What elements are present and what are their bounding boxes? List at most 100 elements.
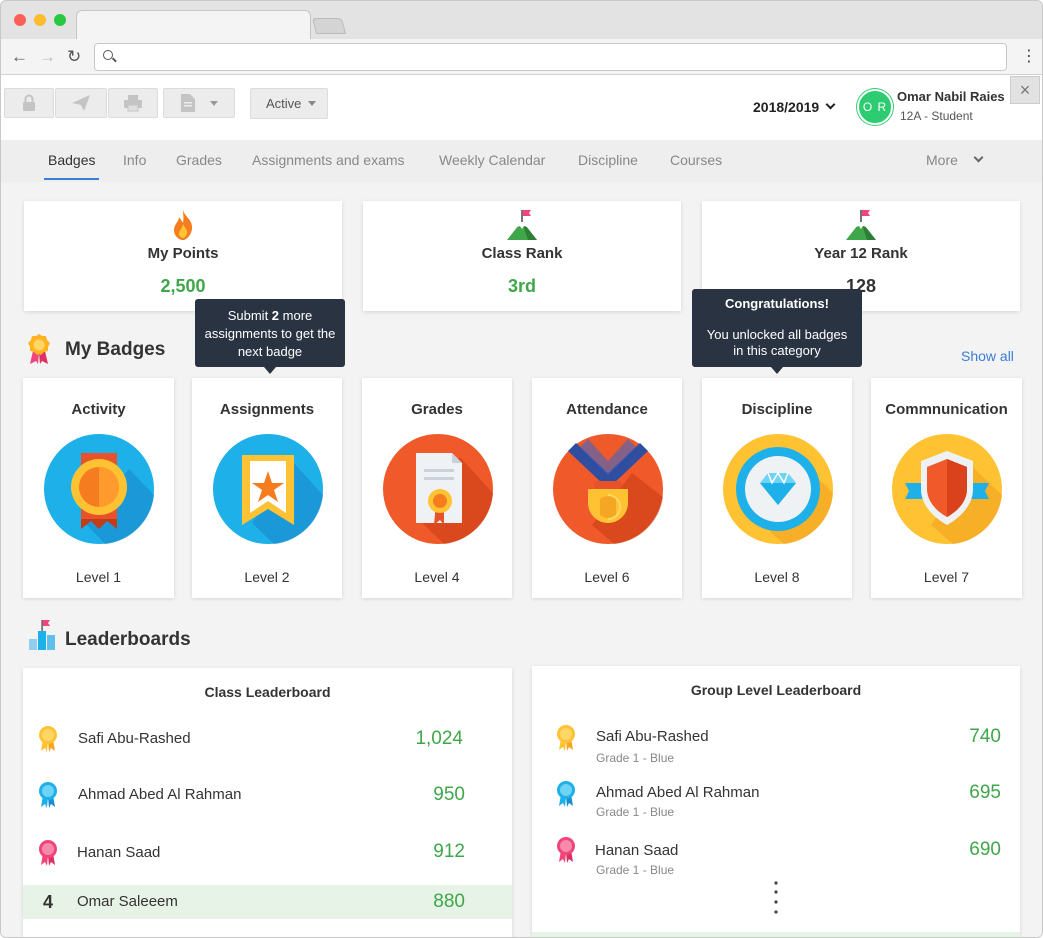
leaderboard-score: 695	[969, 782, 1001, 803]
address-bar[interactable]	[94, 43, 1007, 71]
browser-toolbar: ← → ↻ ⋮	[1, 39, 1042, 75]
badge-title: Activity	[71, 401, 126, 418]
document-dropdown-button[interactable]	[163, 88, 235, 118]
chevron-down-icon[interactable]	[973, 152, 984, 163]
badge-medal-icon	[28, 334, 50, 364]
leaderboard-group: Grade 1 - Blue	[596, 863, 675, 877]
gold-medal-icon	[39, 726, 57, 752]
stat-value: 3rd	[507, 276, 536, 296]
status-select[interactable]: Active	[250, 88, 328, 119]
tab-courses[interactable]: Courses	[670, 152, 722, 168]
badge-title: Assignments	[219, 401, 315, 418]
tab-grades[interactable]: Grades	[176, 152, 222, 168]
user-role: 12A - Student	[900, 109, 973, 123]
group-leaderboard-card: Group Level Leaderboard Safi Abu-Rashed …	[532, 666, 1020, 937]
my-badges-title: My Badges	[65, 339, 166, 360]
avatar[interactable]: O R	[857, 89, 893, 125]
trophy-medal-icon	[553, 434, 663, 544]
back-arrow-icon[interactable]: ←	[11, 47, 28, 67]
blue-medal-icon	[39, 782, 57, 808]
badge-level: Level 8	[754, 569, 800, 585]
show-all-link[interactable]: Show all	[961, 348, 1014, 364]
tooltip-text-count: 2	[271, 308, 280, 323]
diamond-icon	[723, 434, 833, 544]
tab-assignments-and-exams[interactable]: Assignments and exams	[252, 152, 405, 168]
leaderboard-name: Safi Abu-Rashed	[596, 728, 709, 745]
leaderboard-group: Grade 1 - Blue	[596, 805, 675, 819]
badge-card-grades[interactable]: Grades Level 4	[362, 378, 512, 598]
leaderboards-title: Leaderboards	[65, 629, 191, 650]
badge-title: Attendance	[566, 401, 648, 418]
mountain-flag-icon	[846, 210, 876, 240]
document-icon	[181, 94, 195, 112]
browser-tab-active[interactable]	[76, 10, 311, 40]
pink-medal-icon	[557, 837, 575, 863]
minimize-window-button[interactable]	[34, 14, 46, 26]
browser-menu-icon[interactable]: ⋮	[1021, 48, 1037, 66]
tab-info[interactable]: Info	[123, 152, 146, 168]
print-button[interactable]	[108, 88, 158, 118]
badge-title: Discipline	[741, 401, 813, 418]
tooltip-body: You unlocked all badges in this category	[706, 327, 848, 358]
chevron-down-icon	[210, 100, 218, 106]
star-bookmark-icon	[213, 434, 323, 544]
status-select-value: Active	[266, 96, 302, 111]
leaderboard-group: Grade 1 - Blue	[596, 751, 675, 765]
badge-card-attendance[interactable]: Attendance Level 6	[532, 378, 682, 598]
gold-medal-icon	[557, 725, 575, 751]
academic-year-select[interactable]: 2018/2019	[753, 99, 819, 115]
tab-weekly-calendar[interactable]: Weekly Calendar	[439, 152, 545, 168]
stat-card-class-rank: Class Rank 3rd	[363, 201, 681, 311]
stat-title: My Points	[147, 245, 219, 262]
badge-card-assignments[interactable]: Assignments Level 2	[192, 378, 342, 598]
badge-card-discipline[interactable]: Discipline Level 8	[702, 378, 852, 598]
leaderboard-name: Ahmad Abed Al Rahman	[596, 784, 760, 801]
leaderboard-score: 950	[433, 784, 465, 805]
reload-icon[interactable]: ↻	[67, 47, 81, 67]
printer-icon	[124, 95, 142, 112]
close-window-button[interactable]	[14, 14, 26, 26]
close-icon[interactable]: ×	[1010, 76, 1040, 104]
chevron-down-icon	[308, 101, 317, 106]
class-leaderboard-card: Class Leaderboard Safi Abu-Rashed 1,024 …	[23, 668, 512, 937]
leaderboard-score: 880	[433, 891, 465, 912]
class-leaderboard-title: Class Leaderboard	[204, 684, 331, 700]
tab-more[interactable]: More	[926, 152, 958, 168]
app-header: Active 2018/2019 O R Omar Nabil Raies 12…	[1, 76, 1042, 140]
pink-medal-icon	[39, 840, 57, 866]
leaderboard-score: 690	[969, 839, 1001, 860]
badge-level: Level 2	[244, 569, 290, 585]
badge-title: Grades	[411, 401, 463, 418]
tab-discipline[interactable]: Discipline	[578, 152, 638, 168]
ribbon-medal-icon	[44, 434, 154, 544]
leaderboard-name: Ahmad Abed Al Rahman	[78, 786, 242, 803]
forward-arrow-icon[interactable]: →	[39, 47, 56, 67]
new-tab-button[interactable]	[311, 18, 347, 34]
tab-badges[interactable]: Badges	[43, 152, 101, 180]
lock-icon	[23, 94, 35, 111]
more-dots-icon[interactable]	[773, 880, 779, 916]
badge-card-communication[interactable]: Commnunication Level 7	[871, 378, 1022, 598]
tooltip-title: Congratulations!	[725, 296, 829, 311]
discipline-tooltip: Congratulations! You unlocked all badges…	[692, 289, 862, 367]
send-button[interactable]	[55, 88, 107, 118]
browser-window: ← → ↻ ⋮ Active 2018/2019 O R Omar Nabil …	[0, 0, 1043, 938]
assignments-tooltip: Submit 2 more assignments to get the nex…	[195, 299, 345, 367]
tabs-nav: Badges Info Grades Assignments and exams…	[1, 140, 1042, 182]
leaderboard-score: 740	[969, 726, 1001, 747]
leaderboard-name: Safi Abu-Rashed	[78, 730, 191, 747]
leaderboard-score: 912	[433, 841, 465, 862]
stat-card-my-points: My Points 2,500	[24, 201, 342, 311]
leaderboard-name: Hanan Saad	[77, 844, 161, 861]
lock-button[interactable]	[4, 88, 54, 118]
leaderboard-icon	[29, 620, 55, 650]
badge-card-activity[interactable]: Activity Level 1	[23, 378, 174, 598]
maximize-window-button[interactable]	[54, 14, 66, 26]
certificate-icon	[383, 434, 493, 544]
stat-title: Year 12 Rank	[814, 245, 908, 262]
search-icon	[103, 50, 113, 60]
chevron-down-icon[interactable]	[825, 99, 836, 110]
leaderboard-rank: 4	[43, 892, 54, 912]
browser-tabbar	[1, 1, 1042, 40]
leaderboard-name: Hanan Saad	[595, 842, 679, 859]
